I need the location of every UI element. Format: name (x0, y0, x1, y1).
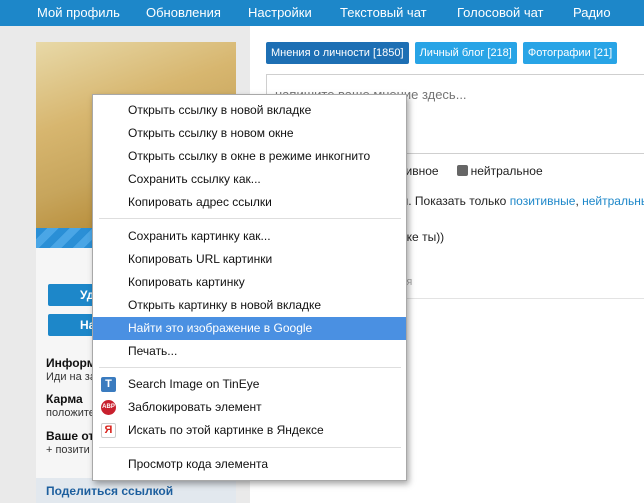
karma-label: Карма (46, 392, 83, 406)
menu-save-image-as[interactable]: Сохранить картинку как... (93, 225, 406, 248)
top-navigation: Мой профиль Обновления Настройки Текстов… (0, 0, 644, 26)
menu-print[interactable]: Печать... (93, 340, 406, 363)
menu-open-link-new-window[interactable]: Открыть ссылку в новом окне (93, 122, 406, 145)
menu-separator (99, 367, 401, 368)
show-only-prefix: м. Показать только (400, 194, 510, 208)
rating-sub: + позити (46, 444, 90, 456)
menu-open-link-new-tab[interactable]: Открыть ссылку в новой вкладке (93, 99, 406, 122)
tab-blog[interactable]: Личный блог [218] (414, 42, 517, 64)
show-neutral-link[interactable]: нейтральные (582, 194, 644, 208)
profile-tabs: Мнения о личности [1850] Личный блог [21… (266, 42, 618, 64)
tineye-icon: T (101, 377, 116, 392)
context-menu: Открыть ссылку в новой вкладке Открыть с… (92, 94, 407, 481)
menu-copy-image[interactable]: Копировать картинку (93, 271, 406, 294)
tab-photos[interactable]: Фотографии [21] (522, 42, 618, 64)
menu-save-link-as[interactable]: Сохранить ссылку как... (93, 168, 406, 191)
rating-label: Ваше от (46, 429, 95, 443)
menu-open-image-new-tab[interactable]: Открыть картинку в новой вкладке (93, 294, 406, 317)
menu-copy-image-url[interactable]: Копировать URL картинки (93, 248, 406, 271)
nav-my-profile[interactable]: Мой профиль (37, 5, 120, 20)
nav-radio[interactable]: Радио (573, 5, 611, 20)
menu-item-label: Искать по этой картинке в Яндексе (128, 423, 324, 437)
filter-neutral-label: нейтральное (470, 164, 543, 178)
menu-block-element[interactable]: ABP Заблокировать элемент (93, 396, 406, 419)
show-only-row: м. Показать только позитивные, нейтральн… (400, 194, 644, 208)
info-sub: Иди на за (46, 371, 96, 383)
menu-separator (99, 218, 401, 219)
menu-search-yandex[interactable]: Я Искать по этой картинке в Яндексе (93, 419, 406, 442)
menu-open-link-incognito[interactable]: Открыть ссылку в окне в режиме инкогнито (93, 145, 406, 168)
menu-separator (99, 447, 401, 448)
menu-item-label: Заблокировать элемент (128, 400, 262, 414)
karma-sub: положите (46, 407, 95, 419)
show-positive-link[interactable]: позитивные (510, 194, 576, 208)
neutral-checkbox[interactable] (456, 165, 468, 176)
adblock-icon: ABP (101, 400, 116, 415)
nav-voice-chat[interactable]: Голосовой чат (457, 5, 544, 20)
nav-updates[interactable]: Обновления (146, 5, 221, 20)
menu-search-google-image[interactable]: Найти это изображение в Google (93, 317, 406, 340)
menu-copy-link-address[interactable]: Копировать адрес ссылки (93, 191, 406, 214)
share-box: Поделиться ссылкой (36, 478, 236, 503)
share-link[interactable]: Поделиться ссылкой (46, 484, 173, 498)
nav-text-chat[interactable]: Текстовый чат (340, 5, 427, 20)
menu-inspect-element[interactable]: Просмотр кода элемента (93, 453, 406, 476)
menu-item-label: Search Image on TinEye (128, 377, 260, 391)
tab-opinions[interactable]: Мнения о личности [1850] (266, 42, 409, 64)
nav-settings[interactable]: Настройки (248, 5, 312, 20)
info-label: Информ (46, 356, 96, 370)
menu-search-tineye[interactable]: T Search Image on TinEye (93, 373, 406, 396)
yandex-icon: Я (101, 423, 116, 438)
filter-row: тивное нейтральное (400, 164, 543, 178)
